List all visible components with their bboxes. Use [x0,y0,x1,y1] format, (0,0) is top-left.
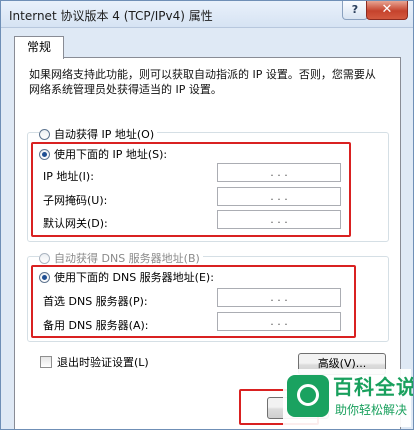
alternate-dns-value: . . . [270,315,288,328]
subnet-mask-label: 子网掩码(U): [43,194,108,207]
watermark-subtitle: 助你轻松解决 [335,403,408,417]
subnet-mask-input[interactable]: . . . [217,187,341,206]
manual-dns-label: 使用下面的 DNS 服务器地址(E): [54,271,214,284]
auto-dns-option: 自动获得 DNS 服务器地址(B) [39,250,203,266]
watermark-logo-icon [287,375,329,417]
auto-dns-radio [39,252,50,264]
ipv4-properties-dialog: Internet 协议版本 4 (TCP/IPv4) 属性 ? ✕ 常规 如果网… [0,0,414,430]
default-gateway-input[interactable]: . . . [217,210,341,229]
preferred-dns-label: 首选 DNS 服务器(P): [43,295,148,308]
auto-ip-option[interactable]: 自动获得 IP 地址(O) [39,126,158,142]
ip-address-label: IP 地址(I): [43,170,94,183]
alternate-dns-label: 备用 DNS 服务器(A): [43,319,149,332]
manual-ip-label: 使用下面的 IP 地址(S): [54,148,168,161]
default-gateway-label: 默认网关(D): [43,217,108,230]
manual-ip-radio[interactable] [39,148,50,160]
help-button[interactable]: ? [342,1,368,20]
title-bar[interactable]: Internet 协议版本 4 (TCP/IPv4) 属性 ? ✕ [1,1,413,28]
ip-address-input[interactable]: . . . [217,163,341,182]
default-gateway-value: . . . [270,213,288,226]
watermark: 百科全说 助你轻松解决 [283,369,414,427]
auto-dns-label: 自动获得 DNS 服务器地址(B) [54,252,200,265]
tab-general[interactable]: 常规 [14,36,64,59]
preferred-dns-input[interactable]: . . . [217,288,341,307]
ip-address-value: . . . [270,166,288,179]
validate-on-exit-option[interactable]: 退出时验证设置(L) [40,354,149,370]
close-button[interactable]: ✕ [366,1,408,20]
validate-on-exit-checkbox[interactable] [40,356,52,368]
manual-dns-option[interactable]: 使用下面的 DNS 服务器地址(E): [39,269,214,285]
watermark-title: 百科全说 [333,375,414,399]
description-text: 如果网络支持此功能，则可以获取自动指派的 IP 设置。否则，您需要从网络系统管理… [29,68,376,96]
auto-ip-label: 自动获得 IP 地址(O) [54,128,155,141]
preferred-dns-value: . . . [270,291,288,304]
auto-ip-radio[interactable] [39,128,50,140]
alternate-dns-input[interactable]: . . . [217,312,341,331]
window-title: Internet 协议版本 4 (TCP/IPv4) 属性 [9,9,213,23]
manual-ip-option[interactable]: 使用下面的 IP 地址(S): [39,146,167,162]
subnet-mask-value: . . . [270,190,288,203]
validate-on-exit-label: 退出时验证设置(L) [57,356,149,369]
manual-dns-radio[interactable] [39,271,50,283]
